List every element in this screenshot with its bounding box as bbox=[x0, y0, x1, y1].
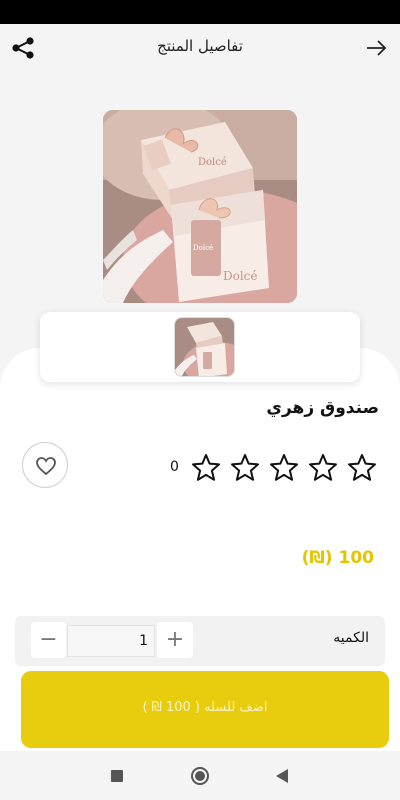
star-outline-icon[interactable] bbox=[229, 452, 261, 484]
star-outline-icon[interactable] bbox=[307, 452, 339, 484]
quantity-row: الكميه − + bbox=[15, 616, 385, 666]
quantity-input[interactable] bbox=[67, 625, 155, 657]
quantity-decrement-button[interactable]: − bbox=[31, 622, 66, 658]
quantity-increment-button[interactable]: + bbox=[157, 622, 193, 658]
square-icon[interactable] bbox=[111, 770, 123, 782]
star-outline-icon[interactable] bbox=[346, 452, 378, 484]
app-header: تفاصيل المنتج bbox=[0, 24, 400, 72]
plus-icon: + bbox=[165, 627, 185, 652]
rating-stars[interactable] bbox=[190, 452, 378, 484]
svg-text:Dolcé: Dolcé bbox=[198, 157, 227, 168]
svg-text:Dolcé: Dolcé bbox=[193, 244, 213, 252]
rating-count: 0 bbox=[170, 459, 179, 475]
status-bar bbox=[0, 0, 400, 24]
heart-outline-icon bbox=[36, 457, 56, 476]
thumbnail-image[interactable] bbox=[174, 317, 235, 377]
system-nav-bar bbox=[0, 752, 400, 800]
favorite-button[interactable] bbox=[22, 442, 68, 488]
minus-icon: − bbox=[39, 627, 58, 652]
triangle-back-icon[interactable] bbox=[276, 769, 288, 783]
add-to-cart-label: اضف للسله ( 100 ₪ ) bbox=[142, 700, 268, 715]
page-title: تفاصيل المنتج bbox=[157, 37, 243, 55]
circle-home-icon[interactable] bbox=[191, 767, 209, 785]
add-to-cart-button[interactable]: اضف للسله ( 100 ₪ ) bbox=[21, 671, 389, 748]
star-outline-icon[interactable] bbox=[190, 452, 222, 484]
thumbnail-strip bbox=[40, 312, 360, 382]
quantity-label: الكميه bbox=[333, 630, 369, 646]
product-price: 100 (₪) bbox=[301, 548, 374, 568]
product-name: صندوق زهري bbox=[266, 398, 379, 418]
star-outline-icon[interactable] bbox=[268, 452, 300, 484]
product-image: Dolcé Dolcé Dolcé bbox=[103, 110, 297, 303]
svg-text:Dolcé: Dolcé bbox=[223, 269, 258, 283]
arrow-right-icon[interactable] bbox=[364, 36, 388, 60]
